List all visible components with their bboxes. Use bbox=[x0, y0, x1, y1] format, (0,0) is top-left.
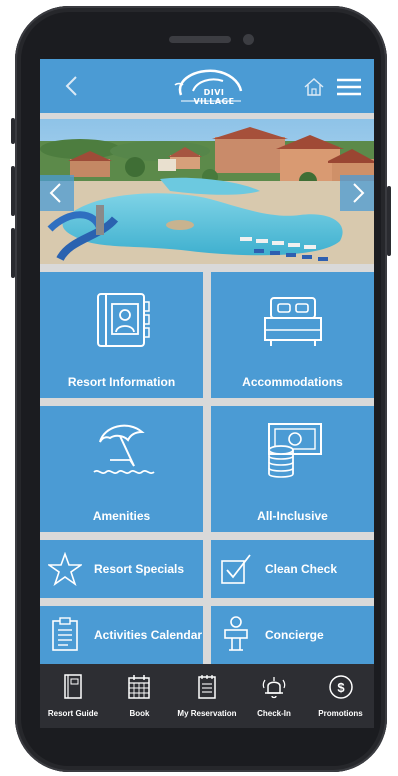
tab-promotions[interactable]: $ Promotions bbox=[307, 664, 374, 728]
tile-amenities[interactable]: Amenities bbox=[40, 406, 203, 532]
calendar-icon bbox=[128, 675, 150, 699]
tile-resort-information[interactable]: Resort Information bbox=[40, 272, 203, 398]
tab-book[interactable]: Book bbox=[106, 664, 173, 728]
tab-my-reservation[interactable]: My Reservation bbox=[173, 664, 241, 728]
book-icon bbox=[64, 674, 82, 699]
volume-down-button bbox=[11, 228, 15, 278]
chevron-right-icon bbox=[353, 183, 365, 203]
logo-text: DIVI VILLAGE bbox=[193, 88, 235, 106]
address-book-icon bbox=[97, 293, 150, 347]
tab-resort-guide[interactable]: Resort Guide bbox=[40, 664, 106, 728]
tab-label: Book bbox=[129, 709, 150, 718]
cash-coins-icon bbox=[268, 423, 322, 478]
tab-label: Resort Guide bbox=[47, 709, 99, 718]
resort-pool-illustration bbox=[40, 119, 374, 264]
home-icon[interactable] bbox=[303, 77, 325, 97]
dollar-icon: $ bbox=[329, 675, 353, 699]
tab-label: Check-In bbox=[257, 709, 291, 718]
power-button bbox=[387, 186, 391, 256]
tile-accommodations[interactable]: Accommodations bbox=[211, 272, 374, 398]
checkbox-icon bbox=[221, 554, 251, 584]
svg-text:$: $ bbox=[337, 680, 345, 695]
tile-label: Resort Information bbox=[67, 375, 176, 389]
front-camera bbox=[243, 34, 254, 45]
bed-icon bbox=[264, 297, 322, 346]
tile-concierge[interactable]: Concierge bbox=[211, 606, 374, 664]
tile-clean-check[interactable]: Clean Check bbox=[211, 540, 374, 598]
tile-activities-calendar[interactable]: Activities Calendar bbox=[40, 606, 203, 664]
back-chevron-icon[interactable] bbox=[62, 75, 82, 97]
hamburger-menu-icon[interactable] bbox=[336, 77, 362, 97]
beach-umbrella-icon bbox=[93, 424, 155, 475]
tab-check-in[interactable]: Check-In bbox=[241, 664, 307, 728]
tile-resort-specials[interactable]: Resort Specials bbox=[40, 540, 203, 598]
hero-prev-button[interactable] bbox=[40, 175, 74, 211]
hero-next-button[interactable] bbox=[340, 175, 374, 211]
chevron-left-icon bbox=[49, 183, 61, 203]
star-icon bbox=[48, 552, 82, 586]
tile-all-inclusive[interactable]: All-Inclusive bbox=[211, 406, 374, 532]
speaker-grille bbox=[169, 36, 231, 43]
tile-label: Accommodations bbox=[242, 375, 343, 389]
bottom-tab-bar: Resort Guide Book My Reservation Check-I… bbox=[40, 664, 374, 728]
tile-label: Clean Check bbox=[265, 562, 338, 576]
tile-label: All-Inclusive bbox=[257, 509, 328, 523]
tab-label: Promotions bbox=[318, 709, 363, 718]
concierge-person-icon bbox=[224, 616, 248, 651]
top-bar: DIVI VILLAGE bbox=[40, 59, 374, 113]
tile-label: Concierge bbox=[265, 628, 324, 642]
mute-switch bbox=[11, 118, 15, 144]
bell-icon bbox=[262, 677, 286, 699]
clipboard-icon bbox=[52, 617, 78, 651]
resort-hero-image[interactable] bbox=[40, 119, 374, 264]
notepad-icon bbox=[198, 675, 216, 699]
volume-up-button bbox=[11, 166, 15, 216]
app-screen: DIVI VILLAGE Resort Information Accommod… bbox=[40, 59, 374, 728]
tab-label: My Reservation bbox=[177, 709, 237, 718]
tile-label: Amenities bbox=[92, 509, 151, 523]
